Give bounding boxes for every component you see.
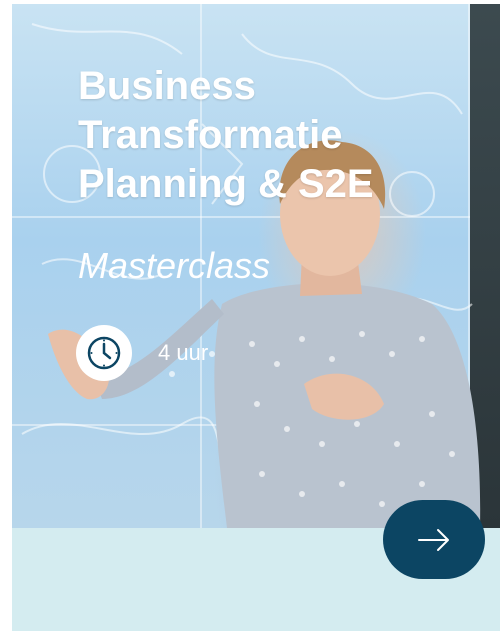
clock-icon — [76, 325, 132, 381]
hero-image: Business Transformatie Planning & S2E Ma… — [12, 4, 500, 528]
duration-label: 4 uur — [158, 340, 209, 365]
course-title-line: Transformatie — [78, 113, 343, 157]
next-button[interactable] — [383, 500, 485, 579]
course-title: Business Transformatie Planning & S2E — [78, 62, 374, 209]
course-card[interactable]: Business Transformatie Planning & S2E Ma… — [12, 4, 500, 631]
course-type: Masterclass — [78, 245, 271, 286]
arrow-right-icon — [418, 528, 449, 551]
course-title-line: Planning & S2E — [78, 162, 374, 206]
course-title-line: Business — [78, 64, 256, 108]
